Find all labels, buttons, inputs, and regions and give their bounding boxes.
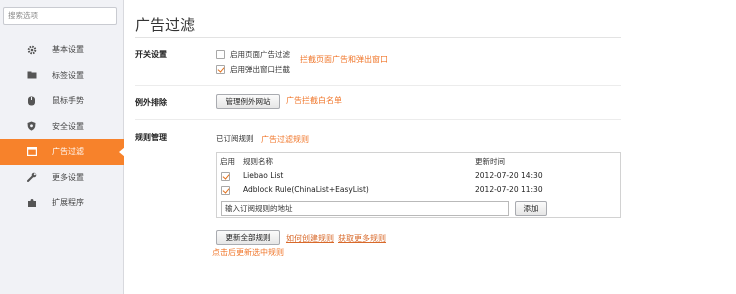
rule-name: Adblock Rule(ChinaList+EasyList) [243,185,369,194]
rule-checkbox[interactable] [221,186,230,195]
title-divider [135,37,621,38]
sidebar-item-label: 广告过滤 [52,147,84,157]
sidebar-item-tabs[interactable]: 标签设置 [0,63,124,89]
rule-updated: 2012-07-20 11:30 [475,185,543,194]
manage-exceptions-button[interactable]: 管理例外网站 [216,94,280,109]
sidebar: 搜索选项 基本设置 标签设置 鼠标手势 安全设置 广告过滤 更多设置 扩展程序 [0,0,125,294]
window-icon [26,146,37,157]
section-divider [135,119,621,120]
sidebar-item-ad-filter[interactable]: 广告过滤 [0,139,125,165]
sidebar-item-more-settings[interactable]: 更多设置 [0,165,124,191]
sidebar-item-basic[interactable]: 基本设置 [0,37,124,63]
switch-section-label: 开关设置 [135,50,167,59]
get-more-rules-link[interactable]: 获取更多规则 [338,233,386,244]
sidebar-item-mouse-gestures[interactable]: 鼠标手势 [0,88,124,114]
sidebar-item-label: 基本设置 [52,45,84,55]
update-all-rules-button[interactable]: 更新全部规则 [216,230,280,245]
shield-icon [26,121,37,132]
sidebar-item-label: 更多设置 [52,172,84,182]
popup-block-checkbox[interactable] [216,65,225,74]
search-input[interactable]: 搜索选项 [3,7,117,25]
how-to-create-rules-link[interactable]: 如何创建规则 [286,233,334,244]
sidebar-nav: 基本设置 标签设置 鼠标手势 安全设置 广告过滤 更多设置 扩展程序 [0,37,125,216]
rule-url-input[interactable]: 输入订阅规则的地址 [221,201,509,216]
add-rule-button[interactable]: 添加 [515,201,547,216]
rule-checkbox[interactable] [221,172,230,181]
switch-note: 拦截页面广告和弹出窗口 [300,55,388,64]
sidebar-item-extensions[interactable]: 扩展程序 [0,190,124,216]
section-divider [135,85,621,86]
sidebar-item-label: 标签设置 [52,70,84,80]
ad-filter-option[interactable]: 启用页面广告过滤 [216,49,290,60]
rules-section-label: 规则管理 [135,133,167,142]
column-updated: 更新时间 [475,157,505,166]
ad-filter-checkbox[interactable] [216,50,225,59]
rule-name: Liebao List [243,171,284,180]
table-row[interactable]: Adblock Rule(ChinaList+EasyList) 2012-07… [217,184,620,197]
rule-updated: 2012-07-20 14:30 [475,171,543,180]
tab-icon [26,70,37,81]
popup-block-option-label: 启用弹出窗口拦截 [230,65,290,74]
ad-filter-option-label: 启用页面广告过滤 [230,50,290,59]
rules-note: 广告过滤规则 [261,135,309,144]
sidebar-item-label: 安全设置 [52,121,84,131]
subscribed-rules-label: 已订阅规则 [216,134,254,143]
popup-block-option[interactable]: 启用弹出窗口拦截 [216,64,290,75]
update-note: 点击后更新选中规则 [212,248,284,257]
wrench-icon [26,172,37,183]
column-enable: 启用 [220,157,235,166]
exception-section-label: 例外排除 [135,98,167,107]
page-title: 广告过滤 [135,16,196,34]
puzzle-icon [26,197,37,208]
mouse-icon [26,95,37,106]
gear-icon [26,44,37,55]
column-name: 规则名称 [243,157,273,166]
main-panel: 广告过滤 开关设置 启用页面广告过滤 启用弹出窗口拦截 拦截页面广告和弹出窗口 … [135,0,725,294]
table-row[interactable]: Liebao List 2012-07-20 14:30 [217,170,620,183]
sidebar-item-label: 扩展程序 [52,198,84,208]
sidebar-item-security[interactable]: 安全设置 [0,114,124,140]
sidebar-item-label: 鼠标手势 [52,96,84,106]
rules-table: 启用 规则名称 更新时间 Liebao List 2012-07-20 14:3… [216,152,621,218]
exception-note: 广告拦截白名单 [286,96,342,105]
